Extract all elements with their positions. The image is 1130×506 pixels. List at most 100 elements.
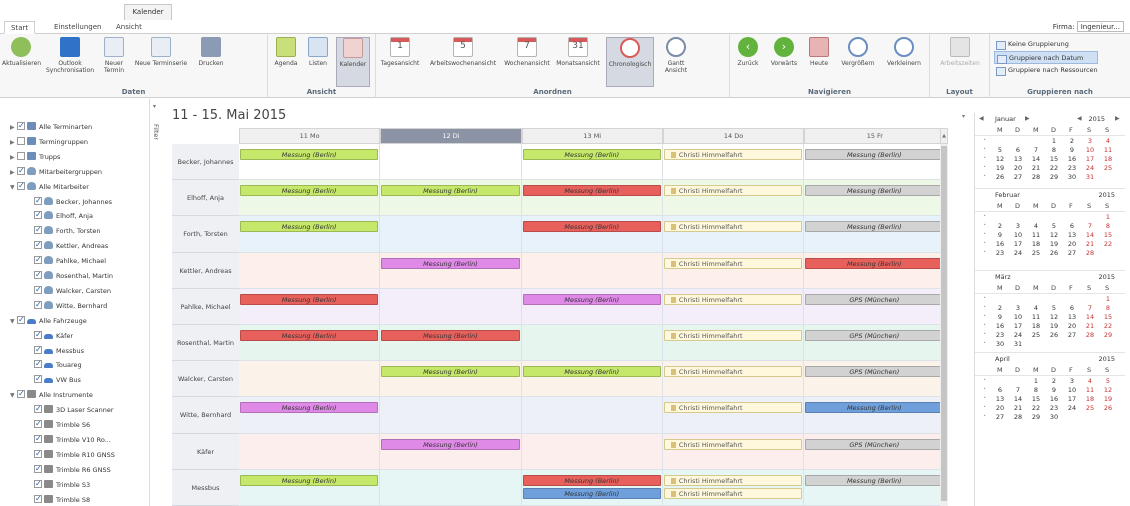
- mini-day[interactable]: 16: [995, 240, 1005, 248]
- tree-checkbox[interactable]: [34, 373, 42, 385]
- mini-day[interactable]: 29: [1049, 173, 1059, 181]
- group-none-option[interactable]: Keine Gruppierung: [994, 38, 1098, 51]
- expand-arrow-icon[interactable]: ▼: [10, 390, 17, 402]
- tree-item-trimble-s3[interactable]: Trimble S3: [34, 478, 90, 491]
- tree-checkbox[interactable]: [34, 358, 42, 370]
- new-appointment-button[interactable]: Neuer Termin: [100, 37, 128, 74]
- mini-day[interactable]: 9: [1067, 146, 1077, 154]
- tree-checkbox[interactable]: [34, 403, 42, 415]
- tree-checkbox[interactable]: [34, 195, 42, 207]
- prev-month-icon[interactable]: ◀: [979, 115, 984, 122]
- mini-day[interactable]: 5: [1049, 222, 1059, 230]
- schedule-cell[interactable]: [380, 216, 522, 253]
- tree-item-trimble-r6-gnss[interactable]: Trimble R6 GNSS: [34, 463, 111, 476]
- calendar-button[interactable]: Kalender: [336, 37, 370, 87]
- mini-day[interactable]: 2: [995, 222, 1005, 230]
- appointment-christi-himmelfahrt[interactable]: Christi Himmelfahrt: [663, 402, 803, 414]
- appointment-messung-berlin[interactable]: Messung (Berlin): [805, 402, 944, 414]
- tree-item-trimble-r10-gnss[interactable]: Trimble R10 GNSS: [34, 448, 115, 461]
- mini-day[interactable]: 29: [1031, 413, 1041, 421]
- mini-day[interactable]: 17: [1013, 322, 1023, 330]
- appointment-christi-himmelfahrt[interactable]: Christi Himmelfahrt: [663, 487, 803, 499]
- mini-day[interactable]: 6: [1067, 222, 1077, 230]
- mini-day[interactable]: 16: [1049, 395, 1059, 403]
- mini-day[interactable]: 23: [995, 249, 1005, 257]
- tree-item-rosenthal-martin[interactable]: Rosenthal, Martin: [34, 269, 113, 282]
- next-year-icon[interactable]: ▶: [1115, 115, 1120, 122]
- mini-day[interactable]: 24: [1085, 164, 1095, 172]
- mini-day[interactable]: 1: [1049, 137, 1059, 145]
- mini-day[interactable]: 18: [1031, 322, 1041, 330]
- mini-day[interactable]: 4: [1085, 377, 1095, 385]
- tree-checkbox[interactable]: [34, 448, 42, 460]
- next-month-icon[interactable]: ▶: [1025, 115, 1030, 122]
- mini-day[interactable]: 29: [1103, 331, 1113, 339]
- forward-button[interactable]: › Vorwärts: [768, 37, 800, 67]
- mini-day[interactable]: 18: [1085, 395, 1095, 403]
- outlook-sync-button[interactable]: Outlook Synchronisation: [44, 37, 96, 74]
- row-header-messbus[interactable]: Messbus: [172, 469, 239, 506]
- tree-checkbox[interactable]: [17, 180, 25, 192]
- expand-arrow-icon[interactable]: ▼: [10, 316, 17, 328]
- filter-tab[interactable]: Filter: [151, 112, 160, 152]
- mini-day[interactable]: 27: [1067, 331, 1077, 339]
- mini-day[interactable]: 21: [1085, 240, 1095, 248]
- mini-day[interactable]: 15: [1103, 313, 1113, 321]
- appointment-messung-berlin[interactable]: Messung (Berlin): [381, 366, 520, 378]
- tree-item-elhoff-anja[interactable]: Elhoff, Anja: [34, 209, 93, 222]
- mini-day[interactable]: 26: [995, 173, 1005, 181]
- row-header-kettler-andreas[interactable]: Kettler, Andreas: [172, 252, 239, 289]
- schedule-cell[interactable]: [239, 433, 381, 470]
- mini-day[interactable]: 22: [1103, 240, 1113, 248]
- tree-checkbox[interactable]: [17, 120, 25, 132]
- scheduler-scrollbar[interactable]: [940, 144, 948, 506]
- mini-day[interactable]: 10: [1013, 231, 1023, 239]
- tree-item-trimble-s6[interactable]: Trimble S6: [34, 418, 90, 431]
- appointment-messung-berlin[interactable]: Messung (Berlin): [522, 221, 661, 233]
- mini-day[interactable]: 9: [995, 313, 1005, 321]
- mini-day[interactable]: 11: [1031, 313, 1041, 321]
- mini-day[interactable]: 8: [1103, 304, 1113, 312]
- appointment-messung-berlin[interactable]: Messung (Berlin): [381, 257, 520, 269]
- mini-day[interactable]: 5: [995, 146, 1005, 154]
- mini-day[interactable]: 4: [1031, 222, 1041, 230]
- mini-day[interactable]: 20: [995, 404, 1005, 412]
- mini-day[interactable]: 11: [1085, 386, 1095, 394]
- tree-checkbox[interactable]: [34, 209, 42, 221]
- mini-day[interactable]: 14: [1085, 231, 1095, 239]
- schedule-cell[interactable]: [521, 433, 663, 470]
- tree-item-trimble-s8[interactable]: Trimble S8: [34, 493, 90, 506]
- mini-day[interactable]: 24: [1013, 249, 1023, 257]
- mini-day[interactable]: 9: [995, 231, 1005, 239]
- row-header-forth-torsten[interactable]: Forth, Torsten: [172, 216, 239, 253]
- mini-day[interactable]: 8: [1103, 222, 1113, 230]
- appointment-messung-berlin[interactable]: Messung (Berlin): [522, 293, 661, 305]
- tree-item-k-fer[interactable]: Käfer: [34, 329, 73, 342]
- tree-checkbox[interactable]: [17, 136, 25, 145]
- appointment-gps-m-nchen[interactable]: GPS (München): [805, 438, 944, 450]
- mini-day[interactable]: 22: [1103, 322, 1113, 330]
- mini-day[interactable]: 7: [1031, 146, 1041, 154]
- mini-day[interactable]: 12: [1049, 231, 1059, 239]
- tree-checkbox[interactable]: [34, 239, 42, 251]
- mini-day[interactable]: 22: [1049, 164, 1059, 172]
- tree-item-3d-laser-scanner[interactable]: 3D Laser Scanner: [34, 403, 114, 416]
- mini-day[interactable]: 1: [1103, 295, 1113, 303]
- mini-day[interactable]: 8: [1049, 146, 1059, 154]
- expand-arrow-icon[interactable]: ▶: [10, 122, 17, 134]
- mini-day[interactable]: 4: [1031, 304, 1041, 312]
- tree-item-mitarbeitergruppen[interactable]: ▶ Mitarbeitergruppen: [10, 165, 102, 178]
- mini-day[interactable]: 10: [1085, 146, 1095, 154]
- tree-checkbox[interactable]: [17, 151, 25, 160]
- timeline-button[interactable]: Chronologisch: [606, 37, 654, 87]
- expand-arrow-icon[interactable]: ▼: [10, 182, 17, 194]
- tree-item-pahlke-michael[interactable]: Pahlke, Michael: [34, 254, 106, 267]
- schedule-cell[interactable]: [380, 288, 522, 325]
- mini-day[interactable]: 5: [1049, 304, 1059, 312]
- mini-day[interactable]: 16: [1067, 155, 1077, 163]
- day-view-button[interactable]: 1 Tagesansicht: [378, 37, 422, 67]
- mini-day[interactable]: 1: [1103, 213, 1113, 221]
- appointment-messung-berlin[interactable]: Messung (Berlin): [805, 221, 944, 233]
- expand-arrow-icon[interactable]: ▶: [10, 152, 17, 164]
- firma-dropdown[interactable]: Ingenieur...: [1076, 21, 1124, 32]
